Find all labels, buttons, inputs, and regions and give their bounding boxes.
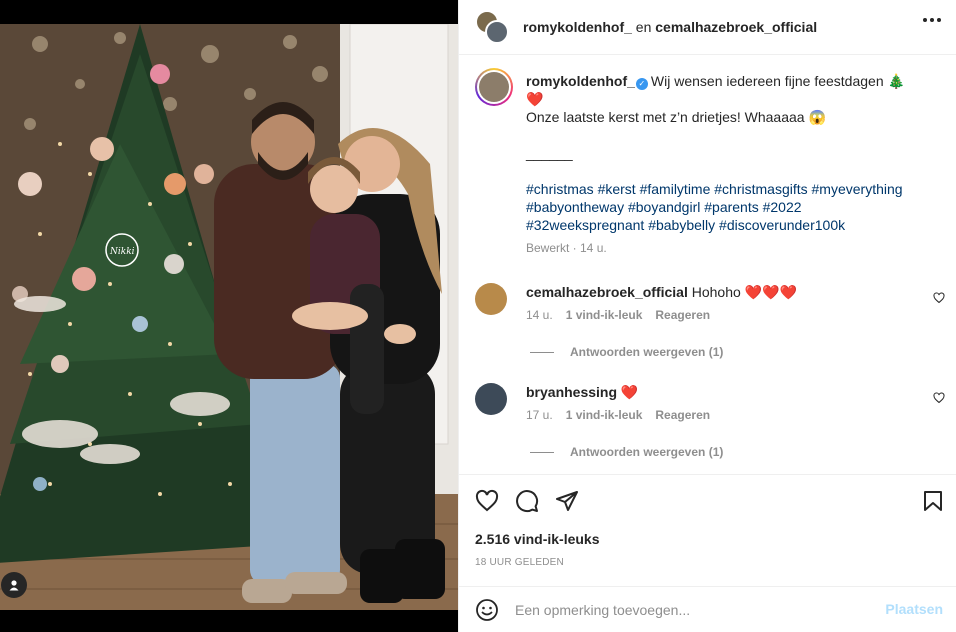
collab-avatars[interactable] xyxy=(475,10,509,44)
caption-line1b: ❤️ xyxy=(526,91,544,107)
like-heart-icon[interactable] xyxy=(475,489,499,513)
family-christmas-photo: Nikki xyxy=(0,24,458,610)
share-send-icon[interactable] xyxy=(555,489,579,513)
instagram-post-modal: Nikki romykoldenhof_ en cemalhazebroek_o… xyxy=(0,0,956,632)
comment-likes-link[interactable]: 1 vind-ik-leuk xyxy=(566,308,643,322)
post-comment-button[interactable]: Plaatsen xyxy=(885,601,943,617)
verified-badge-icon: ✓ xyxy=(635,78,648,90)
comment-input[interactable] xyxy=(515,600,865,620)
view-replies-button[interactable]: Antwoorden weergeven (1) xyxy=(530,445,723,459)
tagged-users-button[interactable] xyxy=(1,572,27,598)
post-author-names: romykoldenhof_ en cemalhazebroek_officia… xyxy=(523,19,817,35)
avatar xyxy=(485,20,509,44)
author-avatar[interactable] xyxy=(475,68,513,106)
post-header: romykoldenhof_ en cemalhazebroek_officia… xyxy=(459,0,956,55)
caption-separator: ______ xyxy=(526,145,573,161)
comment-bubble-icon[interactable] xyxy=(515,489,539,513)
post-side-panel: romykoldenhof_ en cemalhazebroek_officia… xyxy=(458,0,956,632)
avatar[interactable] xyxy=(475,283,507,315)
comment-like-heart-icon[interactable] xyxy=(933,292,945,304)
caption-line1: Wij wensen iedereen fijne feestdagen 🎄 xyxy=(650,73,905,89)
hashtags-line[interactable]: #32weekspregnant #babybelly #discoverund… xyxy=(526,216,946,234)
likes-count[interactable]: 2.516 vind-ik-leuks xyxy=(475,531,600,547)
comment-time: 14 u. xyxy=(526,308,553,322)
avatar[interactable] xyxy=(475,383,507,415)
caption-line2: Onze laatste kerst met z’n drietjes! Wha… xyxy=(526,109,826,125)
user-icon xyxy=(9,580,19,591)
post-photo-panel: Nikki xyxy=(0,0,458,632)
view-replies-label: Antwoorden weergeven (1) xyxy=(570,445,724,459)
post-time: 18 UUR GELEDEN xyxy=(475,557,564,568)
caption-username-link[interactable]: romykoldenhof_ xyxy=(526,73,635,89)
ornament-tag-text: Nikki xyxy=(109,247,135,257)
caption-meta: Bewerkt · 14 u. xyxy=(526,241,607,255)
comment-time: 17 u. xyxy=(526,408,553,422)
save-bookmark-icon[interactable] xyxy=(921,489,945,513)
coauthor-username-link[interactable]: cemalhazebroek_official xyxy=(655,19,817,35)
comment-like-heart-icon[interactable] xyxy=(933,392,945,404)
comment-likes-link[interactable]: 1 vind-ik-leuk xyxy=(566,408,643,422)
add-comment-bar: Plaatsen xyxy=(459,586,956,632)
more-options-icon[interactable] xyxy=(923,18,941,22)
hashtags-line[interactable]: #babyontheway #boyandgirl #parents #2022 xyxy=(526,198,946,216)
comment-reply-button[interactable]: Reageren xyxy=(655,308,710,322)
author-joiner: en xyxy=(635,19,652,35)
author-username-link[interactable]: romykoldenhof_ xyxy=(523,19,632,35)
view-replies-label: Antwoorden weergeven (1) xyxy=(570,345,724,359)
emoji-icon[interactable] xyxy=(475,598,499,622)
post-actions: 2.516 vind-ik-leuks 18 UUR GELEDEN xyxy=(459,474,956,586)
comment-text: ❤️ xyxy=(620,384,639,400)
comment-reply-button[interactable]: Reageren xyxy=(655,408,710,422)
hashtags-line[interactable]: #christmas #kerst #familytime #christmas… xyxy=(526,180,946,198)
view-replies-button[interactable]: Antwoorden weergeven (1) xyxy=(530,345,723,359)
comment-text: Hohoho ❤️❤️❤️ xyxy=(691,284,797,300)
comment-username-link[interactable]: cemalhazebroek_official xyxy=(526,284,688,300)
comment-username-link[interactable]: bryanhessing xyxy=(526,384,617,400)
post-photo[interactable]: Nikki xyxy=(0,24,458,610)
